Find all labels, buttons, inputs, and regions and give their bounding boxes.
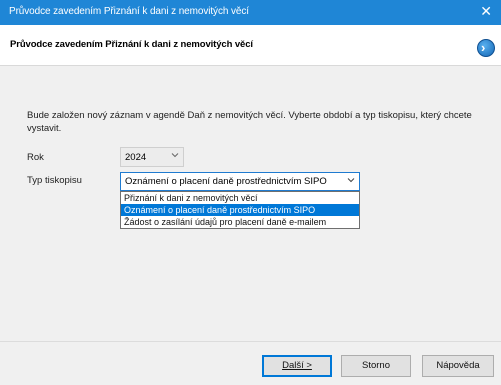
chevron-down-icon xyxy=(347,178,355,183)
year-select[interactable]: 2024 xyxy=(120,147,184,167)
title-bar: Průvodce zavedením Přiznání k dani z nem… xyxy=(0,0,501,25)
type-value: Oznámení o placení daně prostřednictvím … xyxy=(125,176,327,187)
help-button[interactable]: Nápověda xyxy=(422,355,494,377)
type-select[interactable]: Oznámení o placení daně prostřednictvím … xyxy=(120,172,360,191)
cancel-button-label: Storno xyxy=(362,360,390,371)
help-button-label: Nápověda xyxy=(436,360,480,371)
year-value: 2024 xyxy=(125,152,147,163)
close-icon[interactable]: ✕ xyxy=(480,3,492,19)
arrow-circle-icon: › xyxy=(477,39,495,57)
dropdown-option-selected[interactable]: Oznámení o placení daně prostřednictvím … xyxy=(121,204,359,216)
type-label: Typ tiskopisu xyxy=(27,175,82,186)
dropdown-option[interactable]: Přiznání k dani z nemovitých věcí xyxy=(121,192,359,204)
next-button-label: Další > xyxy=(282,360,312,371)
intro-text: Bude založen nový záznam v agendě Daň z … xyxy=(27,110,472,134)
year-label: Rok xyxy=(27,152,44,163)
window-title: Průvodce zavedením Přiznání k dani z nem… xyxy=(9,6,249,17)
cancel-button[interactable]: Storno xyxy=(341,355,411,377)
type-dropdown-list: Přiznání k dani z nemovitých věcí Oznáme… xyxy=(120,191,360,229)
next-button[interactable]: Další > xyxy=(262,355,332,377)
chevron-down-icon xyxy=(171,153,179,158)
wizard-header: Průvodce zavedením Přiznání k dani z nem… xyxy=(0,25,501,66)
wizard-title: Průvodce zavedením Přiznání k dani z nem… xyxy=(10,39,253,50)
dropdown-option[interactable]: Žádost o zasílání údajů pro placení daně… xyxy=(121,216,359,228)
